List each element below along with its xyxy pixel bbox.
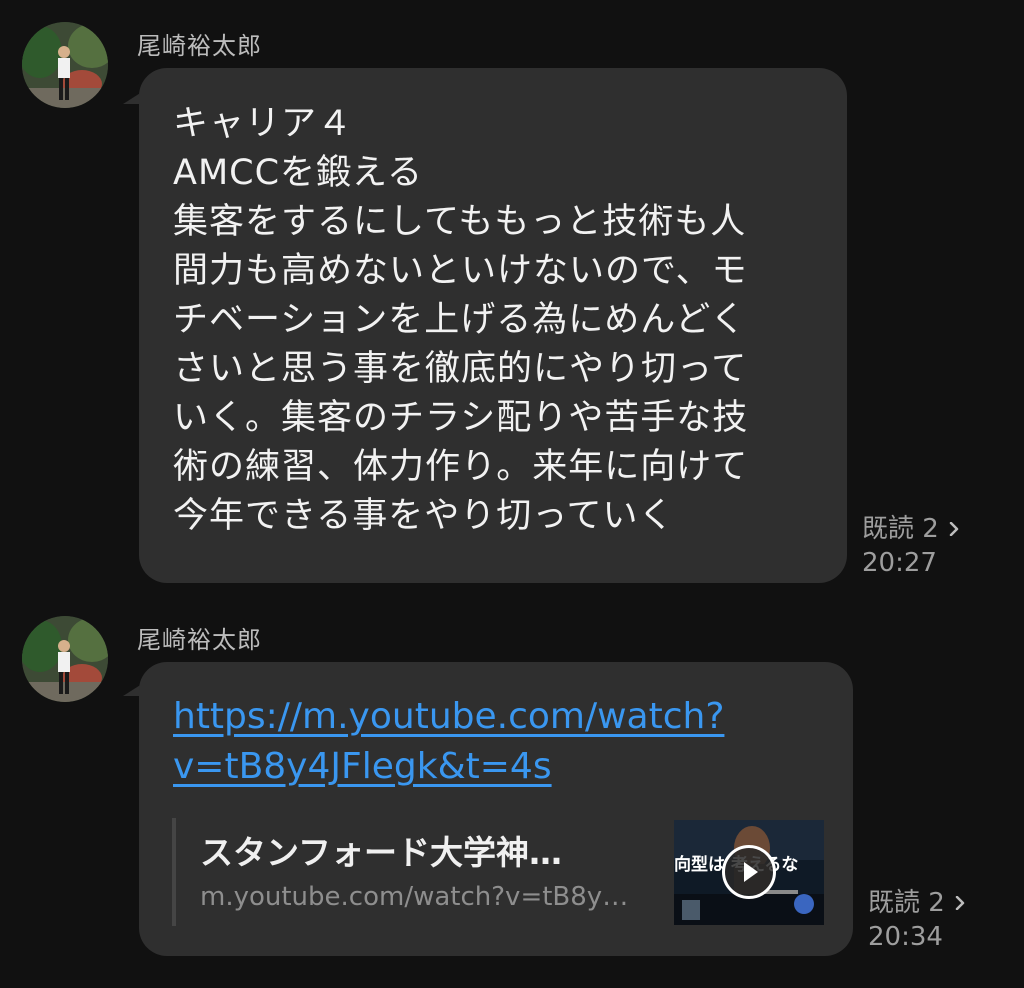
link-text[interactable]: https://m.youtube.com/watch? v=tB8y4JFle… xyxy=(173,692,724,792)
message-line: 集客をするにしてももっと技術も人 xyxy=(173,202,747,242)
avatar-photo xyxy=(22,616,108,702)
message-meta: 既読 2 20:34 xyxy=(868,886,967,954)
message-line: AMCCを鍛える xyxy=(173,153,423,193)
chevron-right-icon xyxy=(949,522,959,536)
avatar-photo xyxy=(22,22,108,108)
message-line: いく。集客のチラシ配りや苦手な技 xyxy=(173,398,749,438)
message-line: 間力も高めないといけないので、モ xyxy=(173,251,748,291)
message-text: キャリア４ AMCCを鍛える 集客をするにしてももっと技術も人 間力も高めないと… xyxy=(173,100,748,541)
message-line: さいと思う事を徹底的にやり切って xyxy=(173,349,748,389)
link-line[interactable]: https://m.youtube.com/watch? xyxy=(173,692,724,742)
sender-avatar[interactable] xyxy=(22,22,108,108)
chevron-right-icon xyxy=(955,896,965,910)
link-line[interactable]: v=tB8y4JFlegk&t=4s xyxy=(173,742,724,792)
message-line: チベーションを上げる為にめんどく xyxy=(173,300,747,340)
sender-avatar[interactable] xyxy=(22,616,108,702)
read-count: 既読 2 xyxy=(868,888,945,918)
preview-title: スタンフォード大学神… xyxy=(200,833,563,872)
preview-thumbnail[interactable]: 向型は 考えるな xyxy=(674,820,824,925)
timestamp: 20:27 xyxy=(862,548,937,578)
preview-url: m.youtube.com/watch?v=tB8y… xyxy=(200,882,629,912)
link-preview[interactable]: スタンフォード大学神… m.youtube.com/watch?v=tB8y… … xyxy=(172,818,826,926)
read-receipt[interactable]: 既読 2 xyxy=(868,886,967,920)
message-bubble[interactable]: キャリア４ AMCCを鍛える 集客をするにしてももっと技術も人 間力も高めないと… xyxy=(139,68,847,583)
play-button[interactable] xyxy=(722,845,776,899)
read-receipt[interactable]: 既読 2 xyxy=(862,512,961,546)
timestamp: 20:34 xyxy=(868,922,943,952)
message-meta: 既読 2 20:27 xyxy=(862,512,961,580)
read-count: 既読 2 xyxy=(862,514,939,544)
message-bubble[interactable]: https://m.youtube.com/watch? v=tB8y4JFle… xyxy=(139,662,853,956)
message-line: 術の練習、体力作り。来年に向けて xyxy=(173,447,749,487)
message-line: キャリア４ xyxy=(173,104,354,144)
sender-name: 尾崎裕太郎 xyxy=(137,626,262,654)
sender-name: 尾崎裕太郎 xyxy=(137,32,262,60)
message-line: 今年できる事をやり切っていく xyxy=(173,496,675,536)
play-icon xyxy=(744,862,758,882)
